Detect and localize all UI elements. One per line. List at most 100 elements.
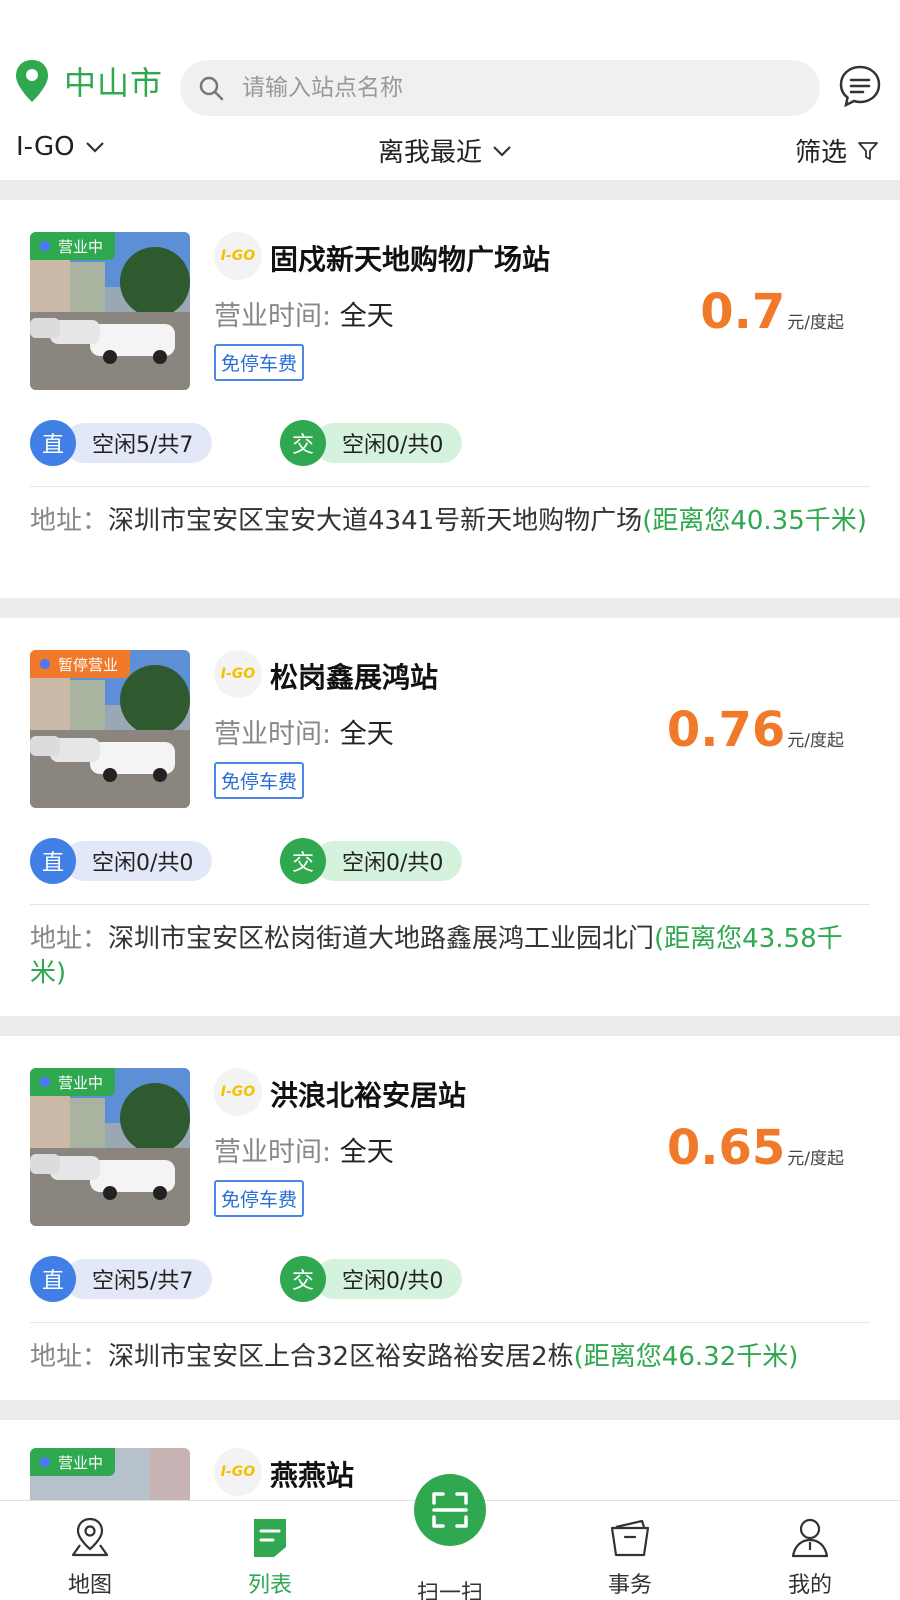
tab-affairs[interactable]: 事务	[580, 1515, 680, 1599]
dc-icon: 直	[30, 1256, 76, 1302]
hours-label: 营业时间:	[214, 1137, 332, 1168]
dc-icon: 直	[30, 838, 76, 884]
distance-text: (距离您46.32千米)	[573, 1342, 799, 1372]
distance-text: (距离您40.35千米)	[642, 506, 867, 536]
tab-map[interactable]: 地图	[40, 1515, 140, 1599]
search-icon	[199, 76, 224, 101]
list-icon	[254, 1519, 286, 1557]
section-divider	[0, 180, 900, 200]
station-name: 燕燕站	[270, 1459, 355, 1492]
brand-filter-label: I-GO	[16, 132, 75, 162]
station-address: 地址：深圳市宝安区上合32区裕安路裕安居2栋(距离您46.32千米)	[30, 1340, 875, 1374]
ac-availability: 空闲0/共0	[314, 423, 462, 463]
ac-icon: 交	[280, 838, 326, 884]
station-card[interactable]: 营业中 I-GO 洪浪北裕安居站 营业时间: 全天 0.65 元/度起 免停车费…	[0, 1036, 900, 1400]
ac-availability: 空闲0/共0	[314, 841, 462, 881]
station-address: 地址：深圳市宝安区宝安大道4341号新天地购物广场(距离您40.35千米)	[30, 504, 875, 538]
status-dot-icon	[40, 1077, 50, 1087]
station-address: 地址：深圳市宝安区松岗街道大地路鑫展鸿工业园北门(距离您43.58千米)	[30, 922, 875, 990]
sort-filter-label: 离我最近	[378, 138, 483, 168]
card-separator	[30, 1322, 870, 1323]
section-divider	[0, 598, 900, 618]
hours-value: 全天	[339, 1137, 394, 1168]
ac-availability: 空闲0/共0	[314, 1259, 462, 1299]
business-hours: 营业时间: 全天	[214, 712, 394, 751]
dc-availability: 空闲5/共7	[64, 1259, 212, 1299]
free-parking-tag: 免停车费	[214, 762, 305, 799]
scan-button[interactable]	[414, 1474, 486, 1546]
ac-charger-status: 交 空闲0/共0	[280, 838, 462, 884]
address-label: 地址：	[30, 506, 109, 536]
city-name: 中山市	[64, 64, 164, 102]
tab-affairs-label: 事务	[607, 1573, 652, 1598]
section-divider	[0, 1016, 900, 1036]
city-selector[interactable]: 中山市	[14, 58, 163, 104]
dc-charger-status: 直 空闲5/共7	[30, 1256, 212, 1302]
business-hours: 营业时间: 全天	[214, 1130, 394, 1169]
free-parking-tag: 免停车费	[214, 344, 305, 381]
status-badge: 营业中	[30, 1448, 116, 1476]
station-card[interactable]: 暂停营业 I-GO 松岗鑫展鸿站 营业时间: 全天 0.76 元/度起 免停车费…	[0, 618, 900, 1016]
app-screen: 中山市 I-GO 离我最近 筛选	[0, 0, 900, 1600]
screen-filter-label: 筛选	[795, 138, 848, 168]
brand-logo: I-GO	[214, 1448, 262, 1496]
location-pin-icon	[16, 60, 48, 102]
business-hours: 营业时间: 全天	[214, 294, 394, 333]
status-dot-icon	[40, 241, 50, 251]
status-text: 暂停营业	[58, 655, 119, 674]
ac-icon: 交	[280, 420, 326, 466]
dc-icon: 直	[30, 420, 76, 466]
map-pin-icon	[71, 1517, 109, 1557]
search-input[interactable]	[242, 75, 762, 101]
scan-qr-icon	[432, 1492, 468, 1528]
hours-label: 营业时间:	[214, 301, 332, 332]
search-box[interactable]	[180, 60, 820, 116]
status-dot-icon	[40, 1457, 50, 1467]
status-text: 营业中	[58, 237, 104, 256]
address-text: 深圳市宝安区松岗街道大地路鑫展鸿工业园北门	[108, 924, 655, 954]
ac-icon: 交	[280, 1256, 326, 1302]
card-separator	[30, 486, 870, 487]
tab-mine[interactable]: 我的	[760, 1515, 860, 1599]
station-photo: 营业中	[30, 232, 190, 390]
status-badge: 暂停营业	[30, 650, 131, 678]
brand-filter[interactable]: I-GO	[16, 132, 105, 162]
folder-icon	[610, 1519, 650, 1557]
address-text: 深圳市宝安区宝安大道4341号新天地购物广场	[108, 506, 643, 536]
price-value: 0.76	[666, 702, 786, 758]
brand-logo: I-GO	[214, 1068, 262, 1116]
brand-logo: I-GO	[214, 232, 262, 280]
filter-bar: I-GO 离我最近 筛选	[0, 132, 900, 176]
ac-charger-status: 交 空闲0/共0	[280, 1256, 462, 1302]
user-icon	[791, 1518, 829, 1558]
header: 中山市 I-GO 离我最近 筛选	[0, 0, 900, 180]
price-unit: 元/度起	[787, 313, 844, 333]
tab-list-label: 列表	[247, 1573, 292, 1598]
dc-availability: 空闲5/共7	[64, 423, 212, 463]
dc-charger-status: 直 空闲0/共0	[30, 838, 212, 884]
message-icon[interactable]	[838, 64, 882, 108]
status-text: 营业中	[58, 1453, 104, 1472]
dc-charger-status: 直 空闲5/共7	[30, 420, 212, 466]
address-label: 地址：	[30, 1342, 109, 1372]
filter-funnel-icon	[858, 141, 878, 160]
status-badge: 营业中	[30, 232, 116, 260]
station-name: 洪浪北裕安居站	[270, 1079, 467, 1112]
tab-scan-label: 扫一扫	[416, 1581, 483, 1600]
tab-map-label: 地图	[67, 1573, 112, 1598]
address-text: 深圳市宝安区上合32区裕安路裕安居2栋	[108, 1342, 574, 1372]
sort-filter[interactable]: 离我最近	[378, 132, 512, 169]
chevron-down-icon	[85, 142, 104, 153]
price-value: 0.65	[666, 1120, 786, 1176]
status-dot-icon	[40, 659, 50, 669]
screen-filter[interactable]: 筛选	[795, 132, 879, 169]
station-photo: 营业中	[30, 1068, 190, 1226]
price-unit: 元/度起	[787, 1149, 844, 1169]
card-separator	[30, 904, 870, 905]
station-card[interactable]: 营业中 I-GO 固戍新天地购物广场站 营业时间: 全天 0.7 元/度起 免停…	[0, 200, 900, 598]
station-photo: 暂停营业	[30, 650, 190, 808]
section-divider	[0, 1400, 900, 1420]
tab-mine-label: 我的	[787, 1573, 832, 1598]
tab-list[interactable]: 列表	[220, 1515, 320, 1599]
address-label: 地址：	[30, 924, 109, 954]
